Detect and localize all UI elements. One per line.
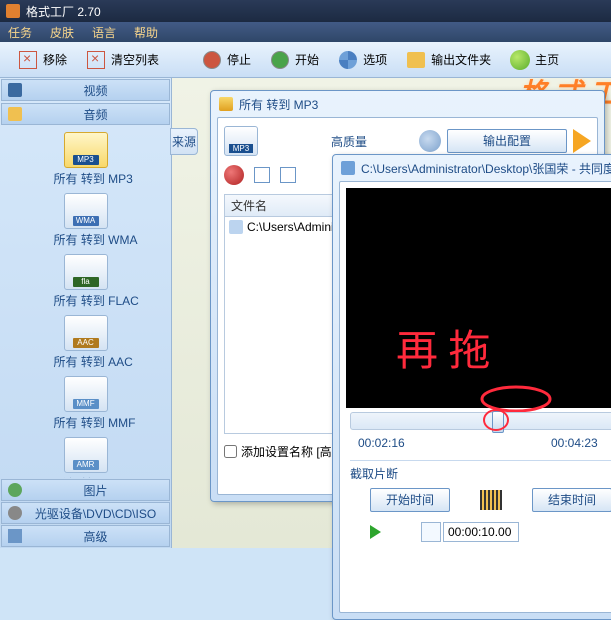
disc-icon: [8, 506, 22, 520]
video-icon: [8, 83, 22, 97]
format-tray: MP3所有 转到 MP3 WMA所有 转到 WMA fla所有 转到 FLAC AAC…: [0, 126, 171, 478]
remove-file-icon[interactable]: [224, 165, 244, 185]
category-video-label: 视频: [28, 82, 163, 99]
start-time-stepper[interactable]: [421, 522, 441, 542]
convert-titlebar[interactable]: 所有 转到 MP3: [211, 91, 604, 117]
stop-label: 停止: [227, 51, 251, 68]
remove-icon: [19, 51, 37, 69]
next-arrow-icon[interactable]: [573, 129, 591, 153]
format-item-amr[interactable]: AMR所有 转到 AMR: [54, 437, 118, 478]
time-current: 00:02:16: [358, 436, 405, 450]
advanced-icon: [8, 529, 22, 543]
format-item-aac[interactable]: AAC所有 转到 AAC: [54, 315, 118, 370]
format-mp3-icon: MP3: [224, 126, 258, 156]
annotation-circle: [476, 384, 556, 414]
menu-skin[interactable]: 皮肤: [50, 24, 74, 41]
category-drive[interactable]: 光驱设备\DVD\CD\ISO: [1, 502, 170, 524]
end-time-button[interactable]: 结束时间: [532, 488, 611, 512]
add-config-label: 添加设置名称 [高质: [241, 443, 344, 460]
format-item-fla[interactable]: fla所有 转到 FLAC: [54, 254, 118, 309]
start-time-button[interactable]: 开始时间: [370, 488, 450, 512]
convert-title: 所有 转到 MP3: [239, 96, 318, 113]
outfolder-label: 输出文件夹: [431, 51, 491, 68]
file-icon: [229, 220, 243, 234]
format-label: 所有 转到 MP3: [54, 170, 118, 187]
format-label: 所有 转到 WMA: [54, 231, 118, 248]
audio-icon: [8, 107, 22, 121]
start-button[interactable]: 开始: [262, 46, 326, 74]
gear-icon: [339, 51, 357, 69]
sidebar: 视频 音频 MP3所有 转到 MP3 WMA所有 转到 WMA fla所有 转到 F…: [0, 78, 172, 548]
app-icon: [6, 4, 20, 18]
category-picture-label: 图片: [28, 482, 163, 499]
options-button[interactable]: 选项: [330, 46, 394, 74]
source-label: 来源: [170, 128, 198, 155]
trim-section: 截取片断 开始时间 结束时间 00:00:10.00: [350, 460, 611, 542]
tool-icon-2[interactable]: [280, 167, 296, 183]
player-dialog: C:\Users\Administrator\Desktop\张国荣 - 共同度…: [332, 154, 611, 620]
globe-icon: [510, 50, 530, 70]
annotation-drag: 再 拖: [396, 317, 491, 378]
clear-label: 清空列表: [111, 51, 159, 68]
format-item-mmf[interactable]: MMF所有 转到 MMF: [54, 376, 118, 431]
output-folder-button[interactable]: 输出文件夹: [398, 46, 498, 74]
quality-label: 高质量: [331, 133, 367, 150]
start-time-value[interactable]: 00:00:10.00: [443, 522, 519, 542]
start-label: 开始: [295, 51, 319, 68]
menu-help[interactable]: 帮助: [134, 24, 158, 41]
output-config-button[interactable]: 输出配置: [447, 129, 567, 153]
trim-heading: 截取片断: [350, 465, 611, 482]
category-advanced-label: 高级: [28, 528, 163, 545]
format-label: 所有 转到 AAC: [54, 353, 118, 370]
menu-task[interactable]: 任务: [8, 24, 32, 41]
menu-lang[interactable]: 语言: [92, 24, 116, 41]
picture-icon: [8, 483, 22, 497]
clear-icon: [87, 51, 105, 69]
home-label: 主页: [535, 51, 559, 68]
tool-icon-1[interactable]: [254, 167, 270, 183]
format-label: 所有 转到 FLAC: [54, 292, 118, 309]
dialog-icon: [219, 97, 233, 111]
video-area: 再 拖 先: [346, 188, 611, 408]
content-area: 来源 格 式 工 @51CTO博客 所有 转到 MP3 MP3 高质量 输出配置: [172, 78, 611, 548]
category-picture[interactable]: 图片: [1, 479, 170, 501]
stop-button[interactable]: 停止: [194, 46, 258, 74]
remove-label: 移除: [43, 51, 67, 68]
remove-button[interactable]: 移除: [10, 46, 74, 74]
preview-start-button[interactable]: [370, 525, 381, 539]
seek-slider[interactable]: [350, 412, 611, 430]
format-item-wma[interactable]: WMA所有 转到 WMA: [54, 193, 118, 248]
start-icon: [271, 51, 289, 69]
folder-icon: [407, 52, 425, 68]
category-audio-label: 音频: [28, 106, 163, 123]
options-label: 选项: [363, 51, 387, 68]
time-total: 00:04:23: [551, 436, 598, 450]
clear-button[interactable]: 清空列表: [78, 46, 166, 74]
player-titlebar[interactable]: C:\Users\Administrator\Desktop\张国荣 - 共同度…: [333, 155, 611, 181]
seek-handle[interactable]: [492, 411, 504, 433]
title-bar: 格式工厂 2.70: [0, 0, 611, 22]
add-config-checkbox[interactable]: [224, 445, 237, 458]
player-title: C:\Users\Administrator\Desktop\张国荣 - 共同度…: [361, 160, 611, 177]
category-video[interactable]: 视频: [1, 79, 170, 101]
format-item-mp3[interactable]: MP3所有 转到 MP3: [54, 132, 118, 187]
film-icon: [480, 490, 502, 510]
home-button[interactable]: 主页: [502, 46, 566, 74]
app-title: 格式工厂 2.70: [26, 3, 101, 20]
settings-icon[interactable]: [419, 130, 441, 152]
menu-bar: 任务 皮肤 语言 帮助: [0, 22, 611, 42]
format-label: 所有 转到 MMF: [54, 414, 118, 431]
category-audio[interactable]: 音频: [1, 103, 170, 125]
category-drive-label: 光驱设备\DVD\CD\ISO: [28, 505, 163, 522]
stop-icon: [203, 51, 221, 69]
category-advanced[interactable]: 高级: [1, 525, 170, 547]
player-dialog-icon: [341, 161, 355, 175]
